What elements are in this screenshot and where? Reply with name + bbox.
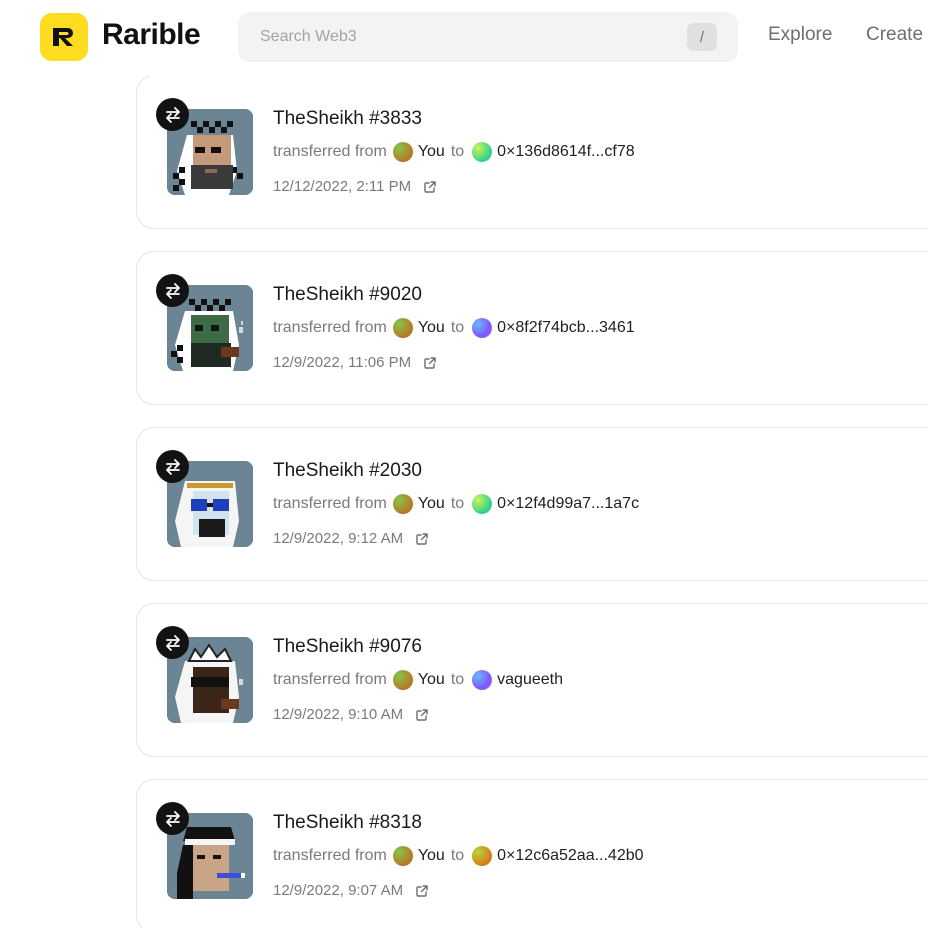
- avatar-to[interactable]: [472, 846, 493, 866]
- avatar-to[interactable]: [472, 494, 493, 514]
- nft-thumbnail-wrap[interactable]: [156, 274, 253, 371]
- avatar-from[interactable]: [392, 318, 413, 338]
- transfer-icon[interactable]: [156, 98, 189, 131]
- timestamp-row: 12/9/2022, 11:06 PM: [273, 354, 437, 371]
- to-address[interactable]: 0×8f2f74bcb...3461: [497, 319, 634, 337]
- search-input[interactable]: [258, 27, 662, 47]
- timestamp: 12/9/2022, 9:12 AM: [273, 530, 404, 547]
- to-address[interactable]: 0×136d8614f...cf78: [497, 143, 634, 161]
- from-user[interactable]: You: [418, 847, 445, 865]
- rarible-logo-icon[interactable]: [40, 13, 88, 61]
- to-label: to: [450, 671, 465, 688]
- avatar-to[interactable]: [472, 670, 493, 690]
- transfer-icon[interactable]: [156, 274, 189, 307]
- action-text: transferred from: [273, 495, 387, 512]
- activity-card[interactable]: TheSheikh #3833 transferred from You to …: [136, 75, 928, 229]
- activity-card[interactable]: TheSheikh #9076 transferred from You to …: [136, 603, 928, 757]
- transfer-icon[interactable]: [156, 626, 189, 659]
- action-text: transferred from: [273, 143, 387, 160]
- transfer-details: transferred from You to 0×136d8614f...cf…: [273, 142, 635, 162]
- to-label: to: [450, 495, 465, 512]
- avatar-from[interactable]: [392, 494, 413, 514]
- activity-card[interactable]: TheSheikh #9020 transferred from You to …: [136, 251, 928, 405]
- external-link-icon[interactable]: [415, 708, 429, 722]
- transfer-icon[interactable]: [156, 802, 189, 835]
- avatar-from[interactable]: [392, 846, 413, 866]
- from-user[interactable]: You: [418, 671, 445, 689]
- timestamp-row: 12/9/2022, 9:10 AM: [273, 706, 429, 723]
- timestamp: 12/9/2022, 9:07 AM: [273, 882, 404, 899]
- avatar-from[interactable]: [392, 142, 413, 162]
- nft-thumbnail-wrap[interactable]: [156, 802, 253, 899]
- transfer-details: transferred from You to 0×12f4d99a7...1a…: [273, 494, 639, 514]
- nav-explore[interactable]: Explore: [768, 24, 832, 46]
- brand-name[interactable]: Rarible: [102, 18, 201, 52]
- nft-title[interactable]: TheSheikh #8318: [273, 812, 422, 834]
- avatar-from[interactable]: [392, 670, 413, 690]
- to-address[interactable]: 0×12f4d99a7...1a7c: [497, 495, 639, 513]
- top-bar: Rarible / Explore Create: [0, 0, 928, 76]
- avatar-to[interactable]: [472, 142, 493, 162]
- transfer-details: transferred from You to 0×8f2f74bcb...34…: [273, 318, 635, 338]
- page: TheSheikh #3833 transferred from You to …: [0, 0, 928, 928]
- nft-thumbnail-wrap[interactable]: [156, 450, 253, 547]
- action-text: transferred from: [273, 319, 387, 336]
- transfer-details: transferred from You to vagueeth: [273, 670, 563, 690]
- timestamp-row: 12/9/2022, 9:12 AM: [273, 530, 429, 547]
- external-link-icon[interactable]: [415, 884, 429, 898]
- to-address[interactable]: vagueeth: [497, 671, 563, 689]
- timestamp-row: 12/9/2022, 9:07 AM: [273, 882, 429, 899]
- search-bar[interactable]: /: [238, 12, 738, 62]
- timestamp: 12/9/2022, 9:10 AM: [273, 706, 404, 723]
- activity-card[interactable]: TheSheikh #2030 transferred from You to …: [136, 427, 928, 581]
- nft-title[interactable]: TheSheikh #9020: [273, 284, 422, 306]
- activity-card[interactable]: TheSheikh #8318 transferred from You to …: [136, 779, 928, 928]
- external-link-icon[interactable]: [423, 180, 437, 194]
- to-address[interactable]: 0×12c6a52aa...42b0: [497, 847, 643, 865]
- from-user[interactable]: You: [418, 495, 445, 513]
- external-link-icon[interactable]: [415, 532, 429, 546]
- nft-thumbnail-wrap[interactable]: [156, 98, 253, 195]
- to-label: to: [450, 847, 465, 864]
- nft-title[interactable]: TheSheikh #3833: [273, 108, 422, 130]
- nft-title[interactable]: TheSheikh #2030: [273, 460, 422, 482]
- nft-thumbnail-wrap[interactable]: [156, 626, 253, 723]
- search-shortcut-badge: /: [687, 23, 717, 51]
- timestamp: 12/9/2022, 11:06 PM: [273, 354, 412, 371]
- avatar-to[interactable]: [472, 318, 493, 338]
- action-text: transferred from: [273, 847, 387, 864]
- nft-title[interactable]: TheSheikh #9076: [273, 636, 422, 658]
- activity-feed: TheSheikh #3833 transferred from You to …: [0, 0, 928, 928]
- transfer-icon[interactable]: [156, 450, 189, 483]
- timestamp-row: 12/12/2022, 2:11 PM: [273, 178, 437, 195]
- timestamp: 12/12/2022, 2:11 PM: [273, 178, 412, 195]
- from-user[interactable]: You: [418, 143, 445, 161]
- external-link-icon[interactable]: [423, 356, 437, 370]
- transfer-details: transferred from You to 0×12c6a52aa...42…: [273, 846, 644, 866]
- from-user[interactable]: You: [418, 319, 445, 337]
- nav-create[interactable]: Create: [866, 24, 923, 46]
- to-label: to: [450, 319, 465, 336]
- to-label: to: [450, 143, 465, 160]
- action-text: transferred from: [273, 671, 387, 688]
